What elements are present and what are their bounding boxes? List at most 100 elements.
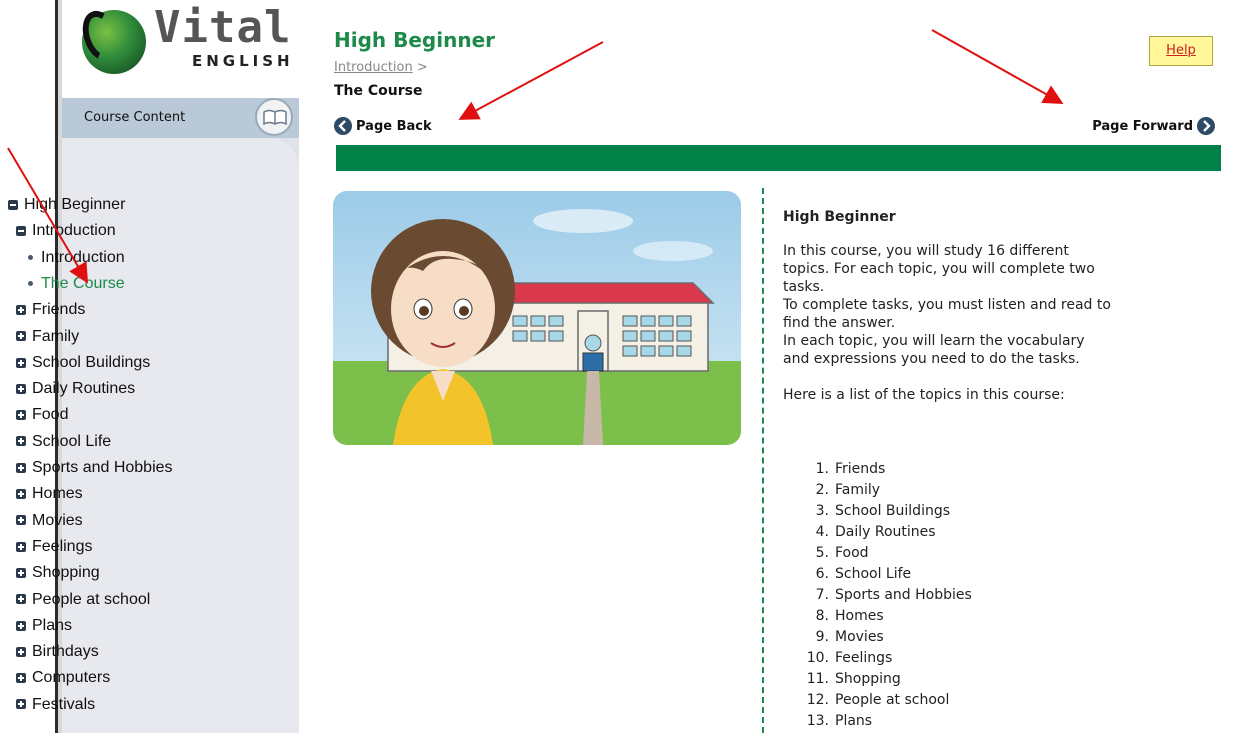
topic-list-item: 11. Shopping — [806, 671, 901, 687]
illustration-svg — [333, 191, 741, 445]
sidebar-item-label: Plans — [32, 616, 73, 634]
sidebar-item-label: School Buildings — [32, 353, 151, 371]
sidebar-item-label: Introduction — [32, 222, 116, 240]
arrow-left-circle-icon — [334, 117, 352, 135]
topic-list-item: 9. Movies — [815, 629, 884, 645]
sidebar-item-label: Festivals — [32, 695, 96, 713]
expand-icon — [16, 646, 26, 657]
sidebar-item-label: Feelings — [32, 537, 93, 555]
sidebar-item[interactable]: School Buildings — [16, 353, 150, 373]
expand-icon — [16, 567, 26, 578]
topic-list-item: 13. Plans — [806, 713, 873, 729]
expand-icon — [16, 383, 26, 394]
expand-icon — [16, 357, 26, 368]
topic-label: School Buildings — [835, 503, 951, 519]
sidebar-item-label: People at school — [32, 590, 151, 608]
collapse-icon — [8, 199, 18, 210]
article-line: In each topic, you will learn the vocabu… — [783, 333, 1085, 349]
sidebar-item[interactable]: Friends — [16, 300, 85, 320]
sidebar-item[interactable]: Festivals — [16, 695, 95, 715]
sidebar-item[interactable]: Shopping — [16, 563, 100, 583]
expand-icon — [16, 436, 26, 447]
topic-label: Movies — [835, 629, 884, 645]
expand-icon — [16, 594, 26, 605]
topic-list-item: 12. People at school — [806, 692, 950, 708]
topic-list-intro: Here is a list of the topics in this cou… — [783, 387, 1065, 403]
sidebar-item[interactable]: Sports and Hobbies — [16, 458, 173, 478]
topic-list-item: 1. Friends — [815, 461, 886, 477]
topic-list: 1. Friends 2. Family 3. School Buildings 4. Dai… — [783, 459, 972, 732]
expand-icon — [16, 541, 26, 552]
sidebar-item[interactable]: School Life — [16, 432, 111, 452]
topic-label: Food — [835, 545, 869, 561]
sidebar-item[interactable]: Homes — [16, 484, 83, 504]
page-back-label: Page Back — [356, 118, 432, 134]
sidebar-item-label: Introduction — [41, 248, 125, 266]
sidebar-item[interactable]: The Course — [28, 274, 125, 294]
article-line: In this course, you will study 16 differ… — [783, 243, 1069, 259]
topic-list-item: 5. Food — [815, 545, 869, 561]
expand-icon — [16, 410, 26, 421]
sidebar-item[interactable]: High Beginner — [8, 195, 125, 215]
topic-list-item: 6. School Life — [815, 566, 912, 582]
topic-list-item: 4. Daily Routines — [815, 524, 936, 540]
sidebar-item[interactable]: Movies — [16, 511, 83, 531]
collapse-icon — [16, 226, 26, 237]
sidebar-item-label: Sports and Hobbies — [32, 459, 173, 476]
sidebar-item[interactable]: Family — [16, 327, 79, 347]
sidebar-item[interactable]: People at school — [16, 590, 150, 610]
sidebar-item-label: Shopping — [32, 564, 100, 582]
expand-icon — [16, 699, 26, 710]
topic-label: Friends — [835, 461, 886, 477]
breadcrumb-link-introduction[interactable]: Introduction — [334, 60, 413, 75]
expand-icon — [16, 673, 26, 684]
bullet-icon — [28, 254, 33, 260]
arrow-right-circle-icon — [1197, 117, 1215, 135]
logo-subword: ENGLISH — [192, 52, 294, 70]
course-content-label: Course Content — [84, 110, 186, 125]
breadcrumb-separator: > — [412, 60, 428, 75]
page-back-button[interactable]: Page Back — [334, 116, 436, 136]
article-line: tasks. — [783, 279, 825, 295]
topic-label: Plans — [835, 713, 873, 729]
breadcrumb: Introduction > — [334, 60, 428, 75]
book-button[interactable] — [255, 98, 293, 136]
topic-label: Feelings — [835, 650, 893, 666]
sidebar-item[interactable]: Feelings — [16, 537, 92, 557]
logo-word: Vital — [154, 2, 292, 53]
annotation-arrow-back — [458, 41, 604, 120]
page-title: High Beginner — [334, 28, 495, 52]
topic-list-item: 7. Sports and Hobbies — [815, 587, 972, 603]
sidebar-item-label: Computers — [32, 669, 111, 687]
expand-icon — [16, 489, 26, 500]
article-heading: High Beginner — [783, 209, 896, 225]
sidebar-item-label: High Beginner — [24, 196, 126, 213]
sidebar-item-label: Food — [32, 406, 69, 424]
article-line: topics. For each topic, you will complet… — [783, 261, 1095, 277]
expand-icon — [16, 304, 26, 315]
article-line: To complete tasks, you must listen and r… — [783, 297, 1111, 313]
sidebar-item-label: The Course — [41, 274, 125, 292]
bullet-icon — [28, 281, 33, 287]
sidebar-item-label: Friends — [32, 301, 86, 319]
expand-icon — [16, 331, 26, 342]
sidebar-item[interactable]: Plans — [16, 616, 72, 636]
help-button[interactable]: Help — [1149, 36, 1213, 66]
sidebar-item-label: School Life — [32, 432, 112, 450]
sidebar-item[interactable]: Computers — [16, 668, 110, 688]
topic-label: Shopping — [835, 671, 901, 687]
green-progress-bar — [336, 145, 1221, 171]
article-line: find the answer. — [783, 315, 896, 331]
topic-list-item: 3. School Buildings — [815, 503, 951, 519]
article-line: and expressions you need to do the tasks… — [783, 351, 1080, 367]
sidebar-item[interactable]: Introduction — [28, 248, 125, 268]
sidebar-item[interactable]: Introduction — [16, 221, 116, 241]
sidebar-item[interactable]: Food — [16, 405, 68, 425]
sidebar-item[interactable]: Birthdays — [16, 642, 99, 662]
annotation-arrow-forward — [931, 29, 1064, 104]
topic-label: Homes — [835, 608, 884, 624]
page-forward-button[interactable]: Page Forward — [1088, 116, 1215, 136]
page-forward-label: Page Forward — [1092, 118, 1193, 134]
topic-label: School Life — [835, 566, 912, 582]
sidebar-item[interactable]: Daily Routines — [16, 379, 135, 399]
